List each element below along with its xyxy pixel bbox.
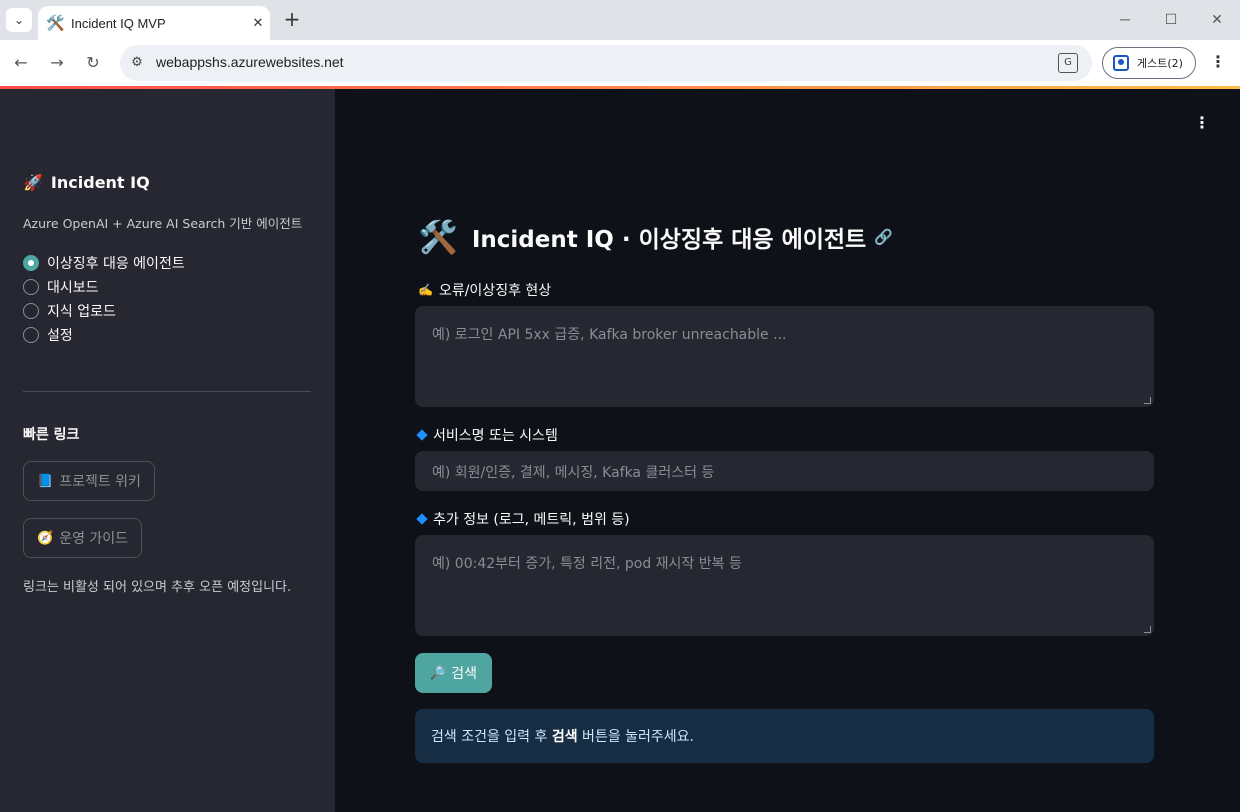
radio-unselected-icon[interactable] (23, 327, 39, 343)
blue-diamond-icon (416, 429, 428, 441)
nav-option-label: 이상징후 대응 에이전트 (47, 256, 185, 272)
page-navigation-radio: 이상징후 대응 에이전트 대시보드 지식 업로드 설정 (23, 251, 185, 347)
forward-arrow-icon[interactable]: → (45, 52, 69, 76)
radio-unselected-icon[interactable] (23, 303, 39, 319)
writing-hand-icon: ✍️ (418, 283, 433, 297)
info-message: 검색 조건을 입력 후 검색 버튼을 눌러주세요. (415, 709, 1154, 763)
extra-info-placeholder: 예) 00:42부터 증가, 특정 리전, pod 재시작 반복 등 (432, 556, 742, 572)
new-tab-plus-icon[interactable]: + (280, 8, 304, 32)
address-bar[interactable]: ⚙ webappshs.azurewebsites.net G (120, 45, 1092, 81)
radio-unselected-icon[interactable] (23, 279, 39, 295)
sidebar: 🚀 Incident IQ Azure OpenAI + Azure AI Se… (0, 89, 335, 812)
operations-guide-button[interactable]: 🧭 운영 가이드 (23, 518, 143, 558)
operations-guide-label: 운영 가이드 (59, 531, 129, 547)
symptom-label-text: 오류/이상징후 현상 (438, 283, 552, 299)
service-placeholder: 예) 회원/인증, 결제, 메시징, Kafka 클러스터 등 (432, 465, 715, 481)
url-text[interactable]: webappshs.azurewebsites.net (156, 54, 344, 70)
symptom-textarea[interactable]: 예) 로그인 API 5xx 급증, Kafka broker unreacha… (415, 306, 1154, 407)
info-prefix: 검색 조건을 입력 후 (431, 729, 552, 745)
browser-toolbar: ← → ↻ ⚙ webappshs.azurewebsites.net G 게스… (0, 40, 1240, 86)
book-icon: 📘 (37, 473, 54, 489)
window-close-icon[interactable]: ✕ (1197, 8, 1237, 32)
sidebar-subtitle: Azure OpenAI + Azure AI Search 기반 에이전트 (23, 216, 303, 231)
profile-icon (1113, 55, 1129, 71)
page-title: 🛠️ Incident IQ · 이상징후 대응 에이전트 🔗 (418, 218, 893, 256)
tools-favicon-icon: 🛠️ (46, 14, 65, 32)
blue-diamond-icon (416, 513, 428, 525)
extra-info-textarea[interactable]: 예) 00:42부터 증가, 특정 리전, pod 재시작 반복 등 (415, 535, 1154, 636)
compass-icon: 🧭 (37, 530, 54, 546)
browser-menu-icon[interactable]: ⋮ (1206, 51, 1230, 75)
page-title-text: Incident IQ · 이상징후 대응 에이전트 (471, 227, 867, 253)
tab-close-icon[interactable]: ✕ (246, 16, 270, 31)
tab-title: Incident IQ MVP (71, 15, 166, 31)
nav-option-label: 지식 업로드 (47, 304, 116, 320)
minimize-icon[interactable]: ─ (1105, 8, 1145, 32)
radio-selected-icon[interactable] (23, 255, 39, 271)
project-wiki-label: 프로젝트 위키 (59, 474, 141, 490)
service-label-text: 서비스명 또는 시스템 (433, 428, 558, 444)
translate-icon[interactable]: G (1058, 53, 1078, 73)
rocket-icon: 🚀 (23, 173, 43, 192)
extra-info-label-text: 추가 정보 (로그, 메트릭, 범위 등) (433, 512, 630, 528)
info-suffix: 버튼을 눌러주세요. (577, 729, 694, 745)
service-label: 서비스명 또는 시스템 (416, 425, 558, 445)
magnifier-icon: 🔎 (430, 665, 447, 681)
links-disabled-note: 링크는 비활성 되어 있으며 추후 오픈 예정입니다. (23, 580, 292, 595)
project-wiki-button[interactable]: 📘 프로젝트 위키 (23, 461, 155, 501)
back-arrow-icon[interactable]: ← (9, 52, 33, 76)
nav-option-label: 설정 (47, 328, 73, 344)
tab-search-chevron-icon[interactable]: ⌄ (6, 8, 32, 32)
service-input[interactable]: 예) 회원/인증, 결제, 메시징, Kafka 클러스터 등 (415, 451, 1154, 491)
extra-info-label: 추가 정보 (로그, 메트릭, 범위 등) (416, 509, 630, 529)
info-bold: 검색 (551, 729, 578, 745)
search-button-label: 검색 (451, 666, 477, 682)
nav-option-label: 대시보드 (47, 280, 99, 296)
nav-option-agent[interactable]: 이상징후 대응 에이전트 (23, 251, 185, 275)
sidebar-app-title: 🚀 Incident IQ (23, 173, 150, 192)
sidebar-divider (23, 391, 311, 392)
maximize-icon[interactable]: ☐ (1151, 8, 1191, 32)
tools-icon: 🛠️ (418, 218, 458, 256)
symptom-placeholder: 예) 로그인 API 5xx 급증, Kafka broker unreacha… (432, 327, 787, 343)
profile-label: 게스트(2) (1137, 57, 1183, 70)
quick-links-heading: 빠른 링크 (23, 427, 80, 443)
app-title-text: Incident IQ (50, 173, 150, 192)
nav-option-knowledge-upload[interactable]: 지식 업로드 (23, 299, 185, 323)
site-info-icon[interactable]: ⚙ (126, 52, 148, 74)
symptom-label: ✍️ 오류/이상징후 현상 (418, 280, 551, 300)
reload-icon[interactable]: ↻ (81, 52, 105, 76)
nav-option-dashboard[interactable]: 대시보드 (23, 275, 185, 299)
nav-option-settings[interactable]: 설정 (23, 323, 185, 347)
browser-tab[interactable]: 🛠️ Incident IQ MVP ✕ (38, 6, 270, 40)
browser-tab-bar: ⌄ 🛠️ Incident IQ MVP ✕ + ─ ☐ ✕ (0, 0, 1240, 40)
profile-button[interactable]: 게스트(2) (1102, 47, 1196, 79)
app-main-menu-icon[interactable]: ⋮ (1190, 112, 1214, 136)
search-button[interactable]: 🔎 검색 (415, 653, 492, 693)
anchor-link-icon[interactable]: 🔗 (874, 228, 893, 246)
